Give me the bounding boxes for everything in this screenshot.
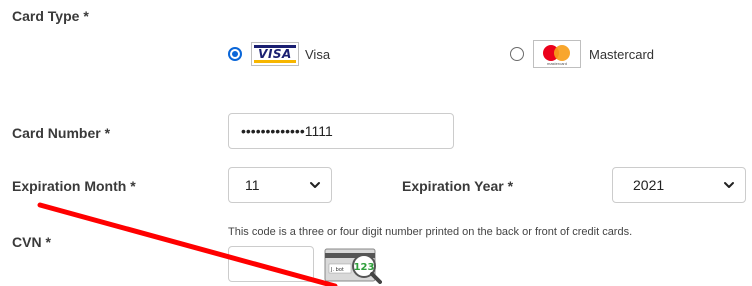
- expiration-month-select[interactable]: 11: [228, 167, 332, 203]
- mastercard-radio[interactable]: [510, 47, 524, 61]
- cvn-input[interactable]: [228, 246, 314, 282]
- expiration-year-select[interactable]: 2021: [612, 167, 746, 203]
- card-number-label: Card Number *: [12, 125, 111, 141]
- chevron-down-icon: [310, 182, 320, 188]
- mastercard-label: Mastercard: [589, 46, 655, 62]
- visa-label: Visa: [305, 46, 331, 62]
- card-type-option-visa[interactable]: VISA Visa: [228, 42, 330, 66]
- svg-text:123: 123: [354, 262, 375, 273]
- mastercard-logo-icon: mastercard: [533, 40, 581, 68]
- card-type-option-mastercard[interactable]: mastercard Mastercard: [510, 40, 654, 68]
- visa-radio[interactable]: [228, 47, 242, 61]
- payment-form: Card Type * VISA Visa mastercard Masterc…: [0, 0, 752, 286]
- expiration-month-label: Expiration Month *: [12, 178, 136, 194]
- expiration-month-value: 11: [245, 177, 260, 193]
- expiration-year-value: 2021: [633, 177, 665, 193]
- visa-logo-icon: VISA: [251, 42, 299, 66]
- card-type-label: Card Type *: [12, 8, 89, 24]
- cvn-label: CVN *: [12, 234, 51, 250]
- magnifier-card-icon: J. bot 123: [324, 248, 382, 284]
- cvn-hint-text: This code is a three or four digit numbe…: [228, 226, 633, 238]
- svg-text:J. bot: J. bot: [330, 267, 344, 273]
- card-number-value: •••••••••••••1111: [241, 123, 333, 139]
- expiration-year-label: Expiration Year *: [402, 178, 514, 194]
- card-number-input[interactable]: •••••••••••••1111: [228, 113, 454, 149]
- chevron-down-icon: [724, 182, 734, 188]
